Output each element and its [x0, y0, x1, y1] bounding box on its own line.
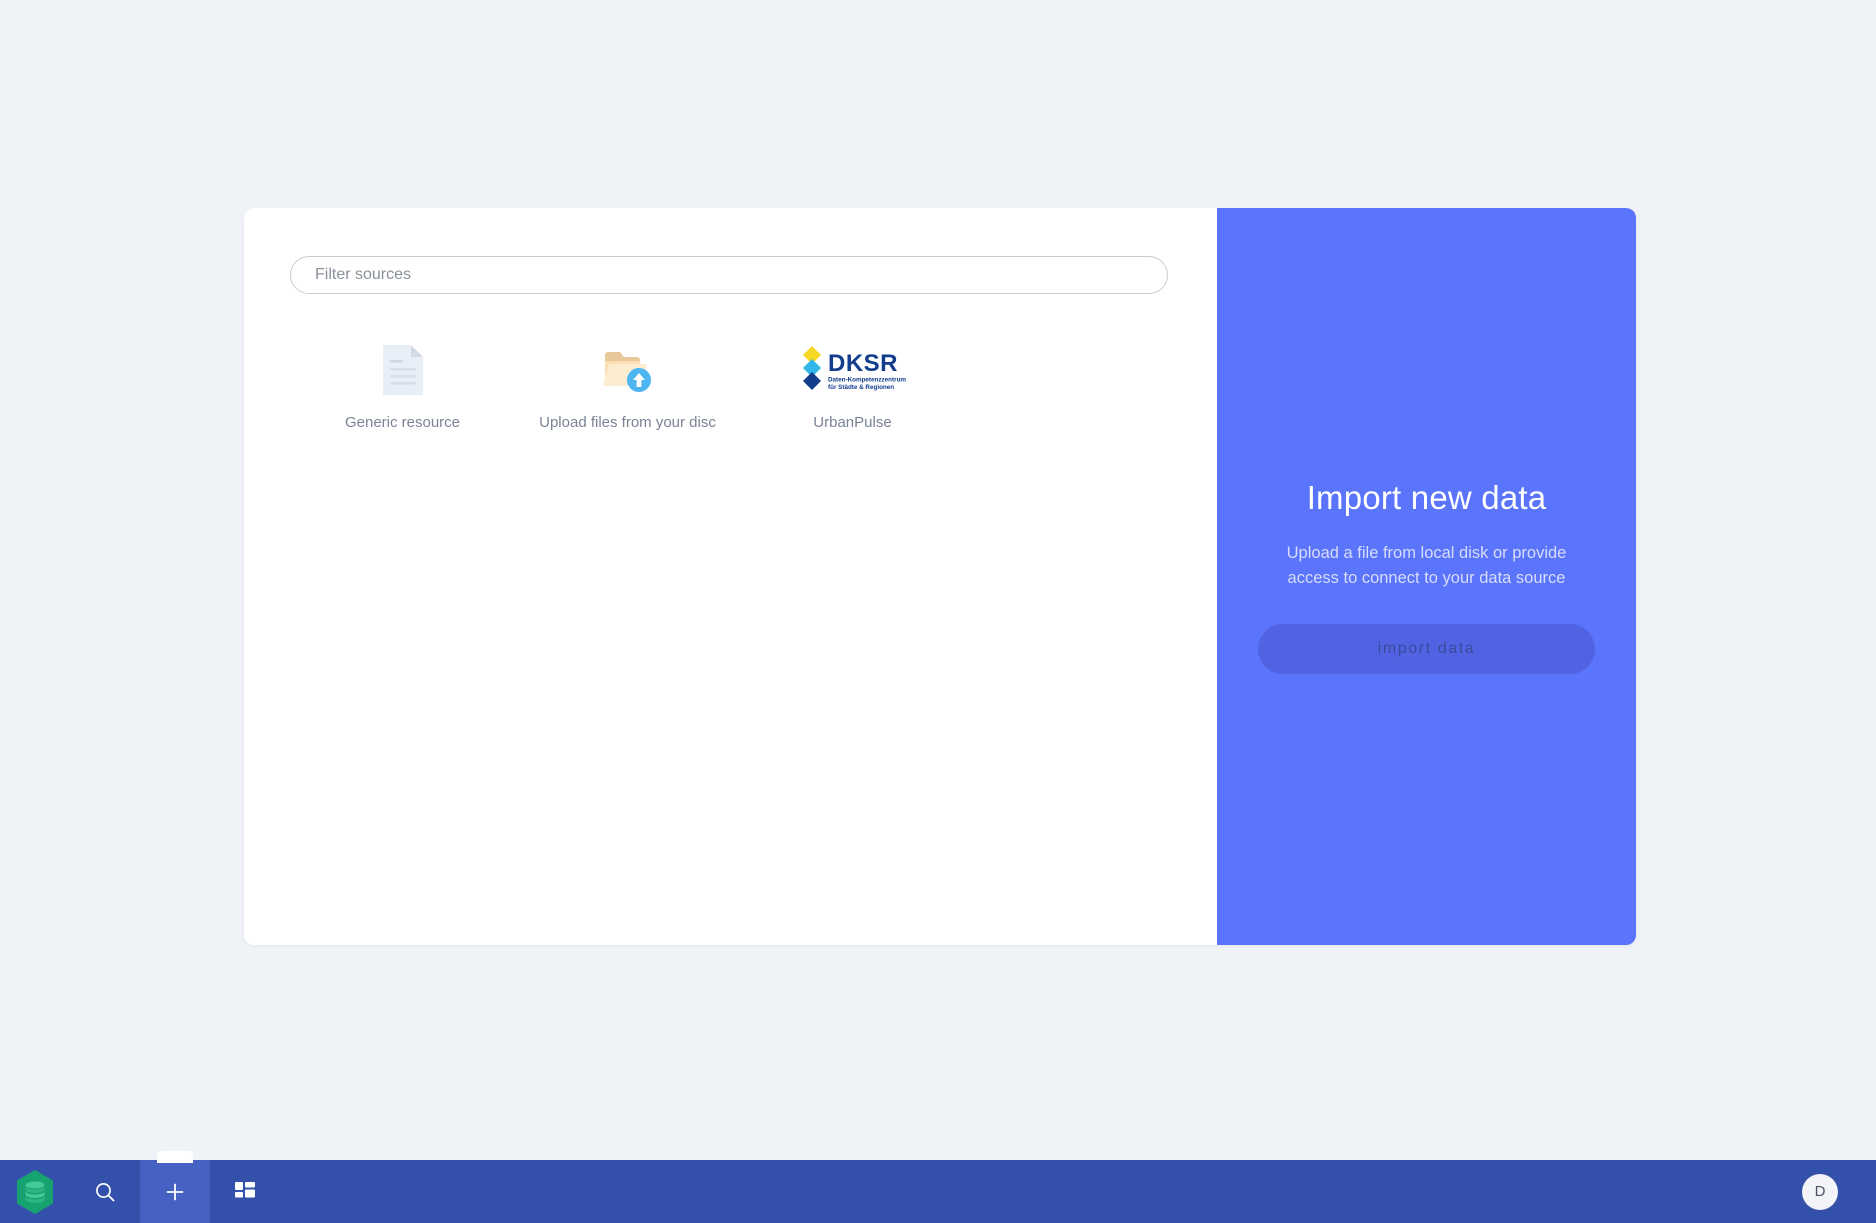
document-icon — [381, 340, 425, 400]
plus-icon — [166, 1183, 184, 1200]
import-panel-subtitle: Upload a file from local disk or provide… — [1286, 544, 1567, 587]
source-list: Generic resource Upload files from your … — [290, 332, 1171, 432]
svg-text:Daten-Kompetenzzentrum: Daten-Kompetenzzentrum — [828, 377, 906, 384]
source-item-label: Upload files from your disc — [539, 414, 716, 431]
source-item-urbanpulse[interactable]: DKSR Daten-Kompetenzzentrum für Städte &… — [740, 332, 965, 432]
source-item-label: Generic resource — [344, 414, 461, 431]
svg-text:für Städte & Regionen: für Städte & Regionen — [828, 384, 894, 391]
user-avatar[interactable]: D — [1802, 1173, 1838, 1210]
folder-upload-icon — [602, 340, 654, 400]
app-logo[interactable] — [0, 1160, 70, 1223]
source-item-upload-files[interactable]: Upload files from your disc — [515, 332, 740, 432]
dksr-logo-icon: DKSR Daten-Kompetenzzentrum für Städte &… — [800, 340, 906, 400]
import-promo-pane: Import new data Upload a file from local… — [1217, 208, 1636, 945]
source-item-generic-resource[interactable]: Generic resource — [290, 332, 515, 432]
taskbar-dashboard-button[interactable] — [210, 1160, 280, 1223]
taskbar-search-button[interactable] — [70, 1160, 140, 1223]
source-item-label: UrbanPulse — [813, 414, 892, 431]
search-icon — [96, 1182, 115, 1201]
sources-pane: Generic resource Upload files from your … — [244, 208, 1217, 945]
import-data-modal: Generic resource Upload files from your … — [244, 208, 1636, 945]
taskbar-add-button[interactable] — [140, 1151, 210, 1223]
svg-text:DKSR: DKSR — [828, 350, 898, 377]
import-data-button[interactable]: import data — [1258, 623, 1595, 674]
filter-sources-input[interactable] — [290, 256, 1168, 294]
grid-icon — [235, 1181, 255, 1197]
taskbar: D — [0, 1151, 1876, 1223]
import-panel-title: Import new data — [1306, 479, 1547, 517]
